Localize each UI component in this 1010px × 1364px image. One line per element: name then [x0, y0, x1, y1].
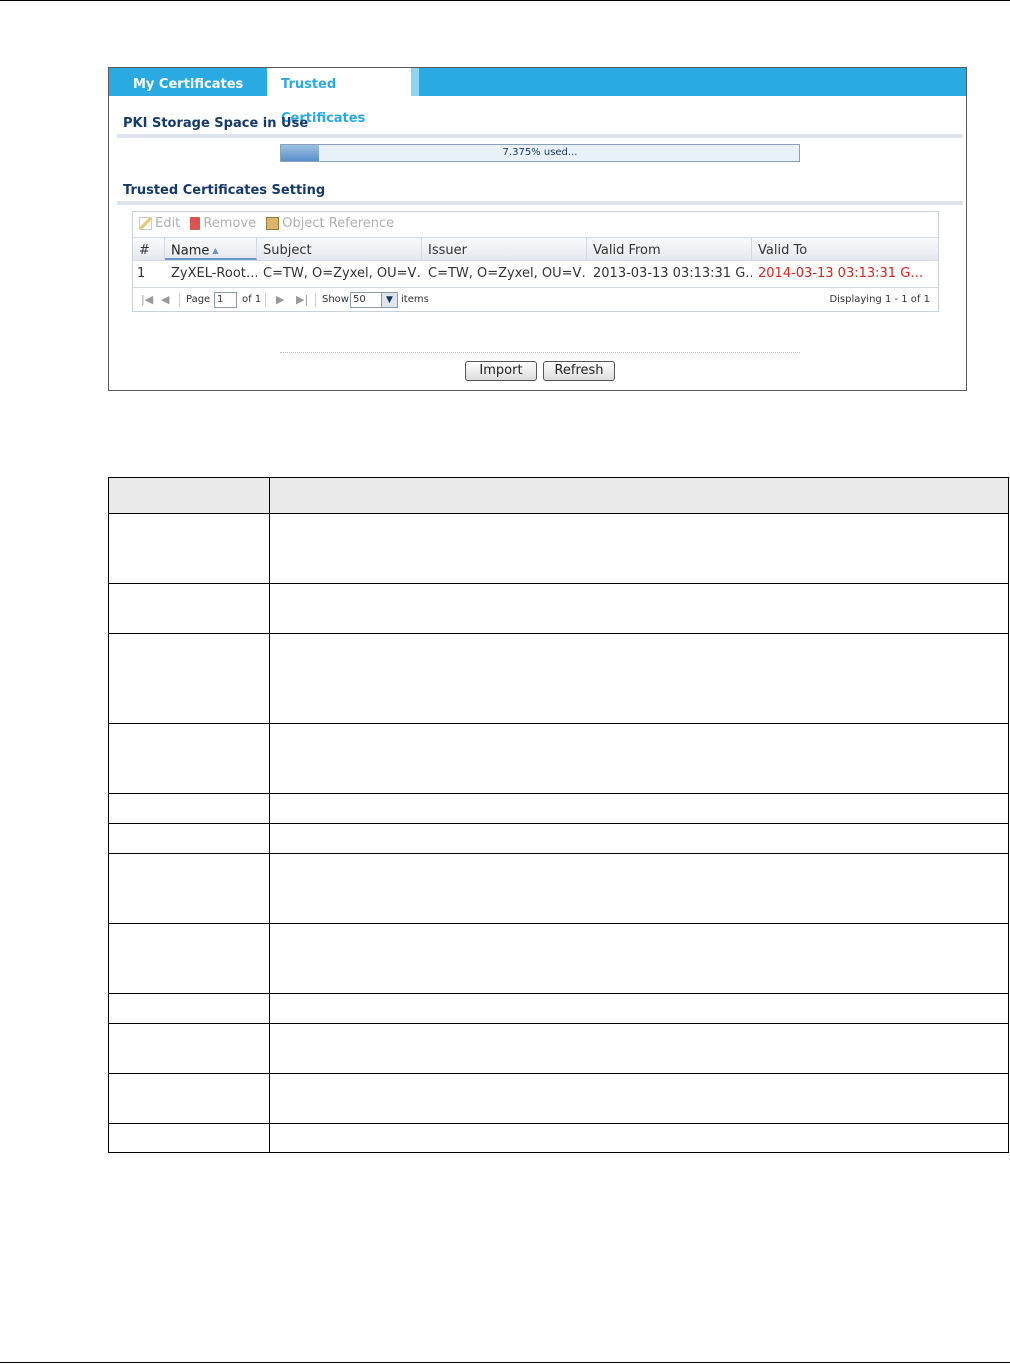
edit-icon	[139, 217, 152, 230]
page-size-select[interactable]: 50 ▼	[350, 292, 398, 308]
items-label: items	[401, 294, 429, 305]
description-column-divider	[269, 478, 270, 1152]
tab-bar: My Certificates Trusted Certificates	[109, 68, 966, 126]
row-divider	[109, 823, 1008, 824]
row-divider	[109, 993, 1008, 994]
object-reference-button[interactable]: Object Reference	[266, 216, 394, 231]
grid-toolbar: Edit Remove Object Reference	[139, 216, 400, 236]
row-subject: C=TW, O=Zyxel, OU=V…	[263, 266, 422, 281]
pager-separator	[179, 293, 180, 307]
row-divider	[109, 1123, 1008, 1124]
column-header-name-label: Name	[171, 243, 210, 259]
page-size-value: 50	[353, 294, 366, 305]
column-header-valid-to[interactable]: Valid To	[752, 238, 938, 260]
row-divider	[109, 633, 1008, 634]
column-header-index[interactable]: #	[133, 238, 165, 260]
row-index: 1	[137, 266, 146, 281]
object-reference-label: Object Reference	[282, 216, 395, 231]
row-issuer: C=TW, O=Zyxel, OU=V…	[428, 266, 587, 281]
chevron-down-icon: ▼	[381, 293, 397, 307]
page-bottom-rule	[0, 1362, 1010, 1363]
refresh-button[interactable]: Refresh	[543, 361, 615, 381]
row-divider	[109, 923, 1008, 924]
row-divider	[109, 793, 1008, 794]
column-header-subject[interactable]: Subject	[257, 238, 422, 260]
column-header-issuer[interactable]: Issuer	[422, 238, 587, 260]
settings-section-title: Trusted Certificates Setting	[123, 183, 326, 198]
column-header-valid-from[interactable]: Valid From	[587, 238, 752, 260]
certificates-panel: My Certificates Trusted Certificates PKI…	[108, 67, 967, 391]
grid-header: # Name ▲ Subject Issuer Valid From Valid …	[133, 237, 938, 261]
row-valid-from: 2013-03-13 03:13:31 G…	[593, 266, 752, 281]
first-page-icon[interactable]: |◀	[141, 293, 153, 307]
remove-label: Remove	[203, 216, 257, 231]
grid-pager: |◀ ◀ Page 1 of 1 ▶ ▶| Show 50 ▼ items Di…	[133, 287, 938, 312]
table-row[interactable]: 1 ZyXEL-Root… C=TW, O=Zyxel, OU=V… C=TW,…	[133, 261, 938, 286]
displaying-count: Displaying 1 - 1 of 1	[829, 294, 930, 305]
page-top-rule	[0, 0, 1010, 1]
description-table-header	[109, 478, 1008, 513]
next-page-icon[interactable]: ▶	[276, 293, 284, 307]
page-count-label: of 1	[242, 294, 262, 305]
tab-my-certificates[interactable]: My Certificates	[119, 68, 267, 96]
row-divider	[109, 723, 1008, 724]
storage-section-title: PKI Storage Space in Use	[123, 116, 309, 131]
settings-section-rule	[117, 201, 963, 205]
row-divider	[109, 583, 1008, 584]
pager-separator	[265, 293, 266, 307]
remove-button[interactable]: Remove	[190, 216, 256, 231]
row-divider	[109, 853, 1008, 854]
previous-page-icon[interactable]: ◀	[161, 293, 169, 307]
row-divider	[109, 513, 1008, 514]
pager-separator	[315, 293, 316, 307]
edit-button[interactable]: Edit	[139, 216, 180, 231]
row-valid-to: 2014-03-13 03:13:31 G…	[758, 266, 922, 281]
button-divider	[280, 352, 800, 353]
storage-progress-text: 7.375% used...	[502, 147, 578, 158]
tab-trusted-certificates[interactable]: Trusted Certificates	[267, 68, 419, 126]
sort-ascending-icon: ▲	[212, 246, 219, 255]
trash-icon	[190, 217, 201, 230]
import-button[interactable]: Import	[465, 361, 537, 381]
row-name: ZyXEL-Root…	[171, 266, 257, 281]
last-page-icon[interactable]: ▶|	[296, 293, 308, 307]
object-reference-icon	[266, 217, 280, 230]
page-number-input[interactable]: 1	[214, 292, 237, 308]
storage-progress-bar: 7.375% used...	[280, 144, 800, 162]
show-label: Show	[322, 294, 349, 305]
edit-label: Edit	[155, 216, 181, 231]
column-header-name[interactable]: Name ▲	[165, 238, 257, 260]
storage-section-rule	[117, 134, 963, 138]
row-divider	[109, 1023, 1008, 1024]
field-description-table	[108, 477, 1009, 1153]
page-label: Page	[186, 294, 211, 305]
certificates-grid: Edit Remove Object Reference # Name ▲ Sub…	[132, 211, 939, 312]
row-divider	[109, 1073, 1008, 1074]
